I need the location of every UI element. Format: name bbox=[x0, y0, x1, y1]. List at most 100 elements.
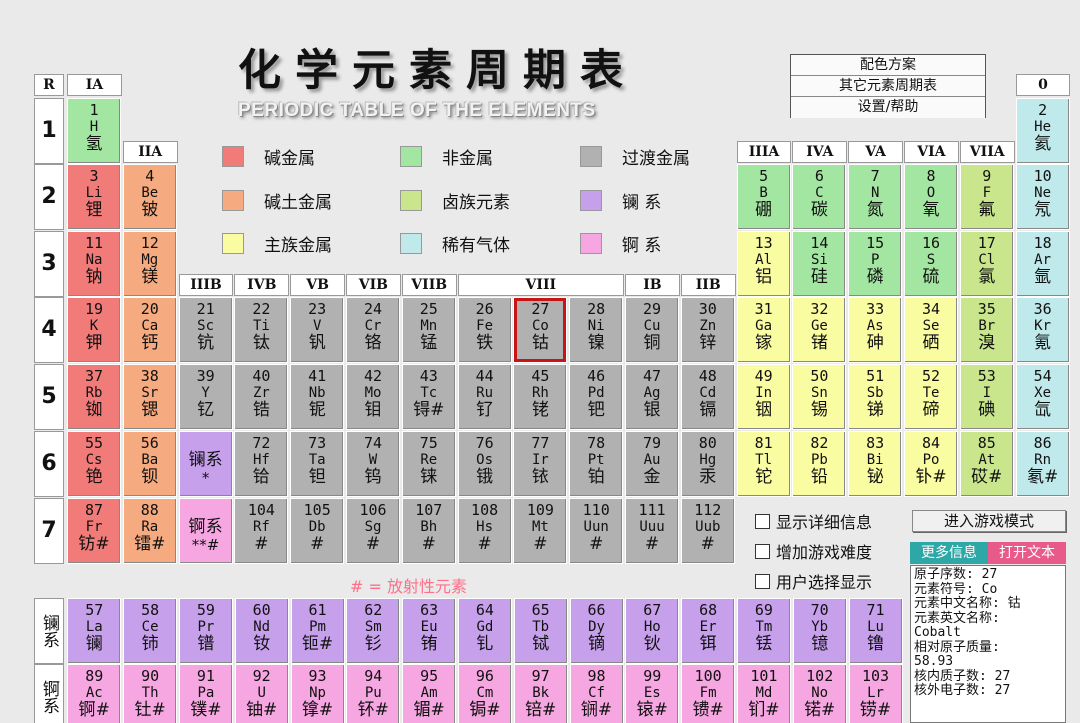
element-cell[interactable]: 17 Cl 氯 bbox=[959, 231, 1014, 297]
element-cell[interactable]: 28 Ni 镍 bbox=[569, 297, 624, 363]
element-cell[interactable]: 15 P 磷 bbox=[848, 231, 903, 297]
element-cell[interactable]: 109 Mt # bbox=[513, 498, 568, 564]
element-cell[interactable]: 84 Po 钋# bbox=[904, 431, 958, 497]
checkbox-box[interactable] bbox=[755, 573, 770, 589]
element-cell[interactable]: 31 Ga 镓 bbox=[736, 297, 791, 363]
element-cell[interactable]: 11 Na 钠 bbox=[67, 231, 121, 297]
element-cell[interactable]: 80 Hg 汞 bbox=[680, 431, 735, 497]
element-cell[interactable]: 102 No 锘# bbox=[792, 664, 847, 723]
element-cell[interactable]: 111 Uuu # bbox=[625, 498, 679, 564]
user-select-checkbox[interactable]: 用户选择显示 bbox=[755, 569, 872, 593]
element-cell[interactable]: 14 Si 硅 bbox=[792, 231, 847, 297]
element-cell[interactable]: 88 Ra 镭# bbox=[122, 498, 177, 564]
element-cell[interactable]: 58 Ce 铈 bbox=[123, 598, 178, 664]
element-cell[interactable]: 65 Tb 铽 bbox=[513, 598, 568, 664]
element-cell[interactable]: 47 Ag 银 bbox=[625, 364, 679, 430]
element-cell[interactable]: 8O氧 bbox=[904, 164, 958, 230]
element-cell[interactable]: 85 At 砹# bbox=[959, 431, 1014, 497]
element-cell[interactable]: 13 Al 铝 bbox=[736, 231, 791, 297]
element-cell[interactable]: 72 Hf 铪 bbox=[234, 431, 289, 497]
element-cell[interactable]: 53 I 碘 bbox=[959, 364, 1014, 430]
element-cell[interactable]: 42 Mo 钼 bbox=[346, 364, 400, 430]
element-cell[interactable]: 23 V 钒 bbox=[290, 297, 345, 363]
element-cell[interactable]: 76 Os 锇 bbox=[457, 431, 512, 497]
show-details-checkbox[interactable]: 显示详细信息 bbox=[755, 509, 872, 533]
element-cell[interactable]: 32 Ge 锗 bbox=[792, 297, 847, 363]
game-mode-button[interactable]: 进入游戏模式 bbox=[912, 510, 1066, 532]
element-cell[interactable]: 21 Sc 钪 bbox=[178, 297, 233, 363]
settings-help-button[interactable]: 设置/帮助 bbox=[791, 97, 985, 118]
element-cell[interactable]: 2 He 氦 bbox=[1015, 98, 1070, 164]
lanthanide-placeholder[interactable]: 镧系 * bbox=[178, 431, 233, 497]
element-cell[interactable]: 97 Bk 锫# bbox=[513, 664, 568, 723]
element-cell[interactable]: 99 Es 锿# bbox=[625, 664, 680, 723]
element-cell[interactable]: 18 Ar 氩 bbox=[1015, 231, 1070, 297]
element-cell[interactable]: 45 Rh 铑 bbox=[513, 364, 568, 430]
element-cell[interactable]: 37 Rb 铷 bbox=[67, 364, 121, 430]
element-cell[interactable]: 34 Se 硒 bbox=[904, 297, 958, 363]
element-cell[interactable]: 46 Pd 钯 bbox=[569, 364, 624, 430]
element-cell[interactable]: 40 Zr 锆 bbox=[234, 364, 289, 430]
element-cell[interactable]: 19 K 钾 bbox=[67, 297, 121, 363]
element-cell[interactable]: 79 Au 金 bbox=[625, 431, 679, 497]
element-cell[interactable]: 16 S 硫 bbox=[904, 231, 958, 297]
element-cell[interactable]: 25 Mn 锰 bbox=[401, 297, 456, 363]
element-cell[interactable]: 54 Xe 氙 bbox=[1015, 364, 1070, 430]
element-cell[interactable]: 71 Lu 镥 bbox=[848, 598, 903, 664]
checkbox-box[interactable] bbox=[755, 543, 770, 559]
element-cell[interactable]: 20 Ca 钙 bbox=[122, 297, 177, 363]
element-cell[interactable]: 43 Tc 锝# bbox=[401, 364, 456, 430]
element-cell[interactable]: 36 Kr 氪 bbox=[1015, 297, 1070, 363]
element-cell[interactable]: 24 Cr 铬 bbox=[346, 297, 400, 363]
element-cell[interactable]: 49 In 铟 bbox=[736, 364, 791, 430]
element-cell[interactable]: 29 Cu 铜 bbox=[625, 297, 679, 363]
element-cell[interactable]: 10 Ne 氖 bbox=[1015, 164, 1070, 230]
element-cell[interactable]: 67 Ho 钬 bbox=[625, 598, 680, 664]
element-cell[interactable]: 94 Pu 钚# bbox=[346, 664, 401, 723]
element-cell[interactable]: 5B硼 bbox=[736, 164, 791, 230]
element-cell[interactable]: 86 Rn 氡# bbox=[1015, 431, 1070, 497]
element-cell[interactable]: 75 Re 铼 bbox=[401, 431, 456, 497]
tab-more-info[interactable]: 更多信息 bbox=[910, 542, 988, 564]
element-cell[interactable]: 62 Sm 钐 bbox=[346, 598, 401, 664]
element-cell[interactable]: 63 Eu 铕 bbox=[402, 598, 457, 664]
element-cell[interactable]: 55 Cs 铯 bbox=[67, 431, 121, 497]
element-cell[interactable]: 103 Lr 铹# bbox=[848, 664, 903, 723]
element-cell[interactable]: 69 Tm 铥 bbox=[736, 598, 791, 664]
actinide-placeholder[interactable]: 锕系 **# bbox=[178, 498, 233, 564]
element-cell[interactable]: 104 Rf # bbox=[234, 498, 289, 564]
element-cell[interactable]: 1H氢 bbox=[67, 98, 121, 164]
element-cell[interactable]: 44 Ru 钌 bbox=[457, 364, 512, 430]
element-cell[interactable]: 95 Am 镅# bbox=[402, 664, 457, 723]
element-cell[interactable]: 52 Te 碲 bbox=[904, 364, 958, 430]
element-cell[interactable]: 91 Pa 镤# bbox=[178, 664, 233, 723]
element-cell[interactable]: 4 Be 铍 bbox=[122, 164, 177, 230]
element-cell[interactable]: 78 Pt 铂 bbox=[569, 431, 624, 497]
element-cell[interactable]: 106 Sg # bbox=[346, 498, 400, 564]
element-cell[interactable]: 96 Cm 锔# bbox=[457, 664, 512, 723]
element-cell[interactable]: 38 Sr 锶 bbox=[122, 364, 177, 430]
element-cell[interactable]: 112 Uub # bbox=[680, 498, 735, 564]
element-cell[interactable]: 26 Fe 铁 bbox=[457, 297, 512, 363]
element-cell[interactable]: 60 Nd 钕 bbox=[234, 598, 289, 664]
element-cell[interactable]: 41 Nb 铌 bbox=[290, 364, 345, 430]
element-cell[interactable]: 3 Li 锂 bbox=[67, 164, 121, 230]
element-cell[interactable]: 61 Pm 钷# bbox=[290, 598, 345, 664]
element-cell[interactable]: 59 Pr 镨 bbox=[178, 598, 233, 664]
element-cell[interactable]: 108 Hs # bbox=[457, 498, 512, 564]
element-cell[interactable]: 93 Np 镎# bbox=[290, 664, 345, 723]
element-cell[interactable]: 22 Ti 钛 bbox=[234, 297, 289, 363]
element-cell[interactable]: 64 Gd 钆 bbox=[457, 598, 512, 664]
element-cell[interactable]: 70 Yb 镱 bbox=[792, 598, 847, 664]
element-cell[interactable]: 57 La 镧 bbox=[67, 598, 122, 664]
element-cell[interactable]: 30 Zn 锌 bbox=[680, 297, 735, 363]
element-cell[interactable]: 82 Pb 铅 bbox=[792, 431, 847, 497]
element-cell[interactable]: 35 Br 溴 bbox=[959, 297, 1014, 363]
element-cell[interactable]: 73 Ta 钽 bbox=[290, 431, 345, 497]
element-cell[interactable]: 81 Tl 铊 bbox=[736, 431, 791, 497]
element-cell[interactable]: 33 As 砷 bbox=[848, 297, 903, 363]
increase-difficulty-checkbox[interactable]: 增加游戏难度 bbox=[755, 539, 872, 563]
element-cell[interactable]: 87 Fr 钫# bbox=[67, 498, 121, 564]
element-cell[interactable]: 12 Mg 镁 bbox=[122, 231, 177, 297]
color-scheme-button[interactable]: 配色方案 bbox=[791, 55, 985, 76]
